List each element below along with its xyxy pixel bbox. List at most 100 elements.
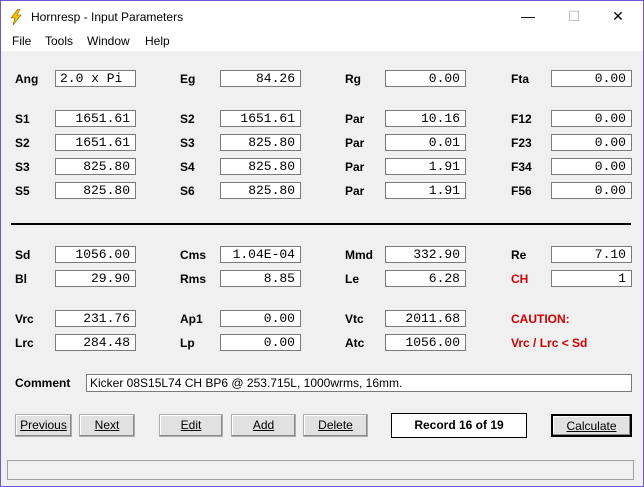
param-label: Lrc (15, 336, 34, 350)
param-label: S5 (15, 184, 30, 198)
par3-field[interactable]: 1.91 (385, 158, 466, 175)
previous-button[interactable]: Previous (15, 414, 72, 437)
param-label: Bl (15, 272, 27, 286)
param-label: Par (345, 160, 365, 174)
edit-button[interactable]: Edit (159, 414, 223, 437)
add-button[interactable]: Add (231, 414, 296, 437)
caution-title: CAUTION: (511, 312, 570, 326)
param-label: Vrc (15, 312, 34, 326)
atc-field[interactable]: 1056.00 (385, 334, 466, 351)
par4-field[interactable]: 1.91 (385, 182, 466, 199)
param-label: Rms (180, 272, 207, 286)
delete-button[interactable]: Delete (303, 414, 368, 437)
param-label: S2 (180, 112, 195, 126)
comment-field[interactable]: Kicker 08S15L74 CH BP6 @ 253.715L, 1000w… (86, 374, 632, 392)
fta-field[interactable]: 0.00 (551, 70, 632, 87)
edit-button-label: Edit (180, 418, 202, 432)
vrc-field[interactable]: 231.76 (55, 310, 136, 327)
s5-field[interactable]: 825.80 (55, 182, 136, 199)
lightning-bolt-icon (10, 9, 22, 25)
param-label: Par (345, 136, 365, 150)
f34-field[interactable]: 0.00 (551, 158, 632, 175)
param-label: Le (345, 272, 360, 286)
par1-field[interactable]: 10.16 (385, 110, 466, 127)
close-button[interactable]: ✕ (595, 1, 641, 32)
s4-field[interactable]: 825.80 (220, 158, 301, 175)
param-label: F12 (511, 112, 532, 126)
calculate-button-label: Calculate (566, 419, 617, 433)
param-label: Ang (15, 72, 39, 86)
s2-field[interactable]: 1651.61 (55, 134, 136, 151)
f12-field[interactable]: 0.00 (551, 110, 632, 127)
comment-label: Comment (15, 376, 71, 390)
param-label: S1 (15, 112, 30, 126)
mmd-field[interactable]: 332.90 (385, 246, 466, 263)
menu-window[interactable]: Window (87, 34, 130, 48)
f23-field[interactable]: 0.00 (551, 134, 632, 151)
param-label: Rg (345, 72, 361, 86)
menu-tools[interactable]: Tools (45, 34, 73, 48)
window-title: Hornresp - Input Parameters (31, 10, 184, 24)
param-label: S3 (180, 136, 195, 150)
rms-field[interactable]: 8.85 (220, 270, 301, 287)
s6-field[interactable]: 825.80 (220, 182, 301, 199)
lrc-field[interactable]: 284.48 (55, 334, 136, 351)
menu-help[interactable]: Help (145, 34, 170, 48)
param-label: Re (511, 248, 527, 262)
param-label: Par (345, 112, 365, 126)
param-label: Ap1 (180, 312, 203, 326)
bl-field[interactable]: 29.90 (55, 270, 136, 287)
calculate-button[interactable]: Calculate (551, 414, 632, 437)
ch-field[interactable]: 1 (551, 270, 632, 287)
param-label: S6 (180, 184, 195, 198)
title-bar[interactable]: Hornresp - Input Parameters — ☐ ✕ (1, 1, 643, 32)
param-label: Cms (180, 248, 207, 262)
status-bar (7, 460, 634, 480)
input-parameters-panel: Ang 2.0 x Pi Eg 84.26 Rg 0.00 Fta 0.00 S… (1, 51, 643, 486)
ap1-field[interactable]: 0.00 (220, 310, 301, 327)
next-button[interactable]: Next (79, 414, 135, 437)
cms-field[interactable]: 1.04E-04 (220, 246, 301, 263)
param-label: Lp (180, 336, 195, 350)
param-label: F23 (511, 136, 532, 150)
s3-field[interactable]: 825.80 (55, 158, 136, 175)
lp-field[interactable]: 0.00 (220, 334, 301, 351)
param-label: Eg (180, 72, 196, 86)
param-label: Fta (511, 72, 529, 86)
param-label: Mmd (345, 248, 373, 262)
section-divider (11, 223, 631, 225)
rg-field[interactable]: 0.00 (385, 70, 466, 87)
param-label: S4 (180, 160, 195, 174)
param-label: Sd (15, 248, 31, 262)
eg-field[interactable]: 84.26 (220, 70, 301, 87)
record-indicator: Record 16 of 19 (391, 413, 527, 438)
caution-message: Vrc / Lrc < Sd (511, 336, 588, 350)
param-label: S2 (15, 136, 30, 150)
param-label: F56 (511, 184, 532, 198)
hornresp-window: Hornresp - Input Parameters — ☐ ✕ File T… (0, 0, 644, 487)
param-label: F34 (511, 160, 532, 174)
menu-bar: File Tools Window Help (1, 32, 643, 51)
delete-button-label: Delete (318, 418, 353, 432)
s3-field[interactable]: 825.80 (220, 134, 301, 151)
s2-field[interactable]: 1651.61 (220, 110, 301, 127)
param-label: Atc (345, 336, 365, 350)
vtc-field[interactable]: 2011.68 (385, 310, 466, 327)
minimize-button[interactable]: — (505, 1, 551, 32)
param-label: Vtc (345, 312, 364, 326)
par2-field[interactable]: 0.01 (385, 134, 466, 151)
re-field[interactable]: 7.10 (551, 246, 632, 263)
s1-field[interactable]: 1651.61 (55, 110, 136, 127)
param-label: S3 (15, 160, 30, 174)
add-button-label: Add (252, 418, 275, 432)
menu-file[interactable]: File (12, 34, 31, 48)
sd-field[interactable]: 1056.00 (55, 246, 136, 263)
param-label: Par (345, 184, 365, 198)
f56-field[interactable]: 0.00 (551, 182, 632, 199)
previous-button-label: Previous (20, 418, 67, 432)
le-field[interactable]: 6.28 (385, 270, 466, 287)
ch-label: CH (511, 272, 529, 286)
maximize-button[interactable]: ☐ (551, 1, 597, 32)
ang-field[interactable]: 2.0 x Pi (55, 70, 136, 87)
next-button-label: Next (94, 418, 120, 432)
